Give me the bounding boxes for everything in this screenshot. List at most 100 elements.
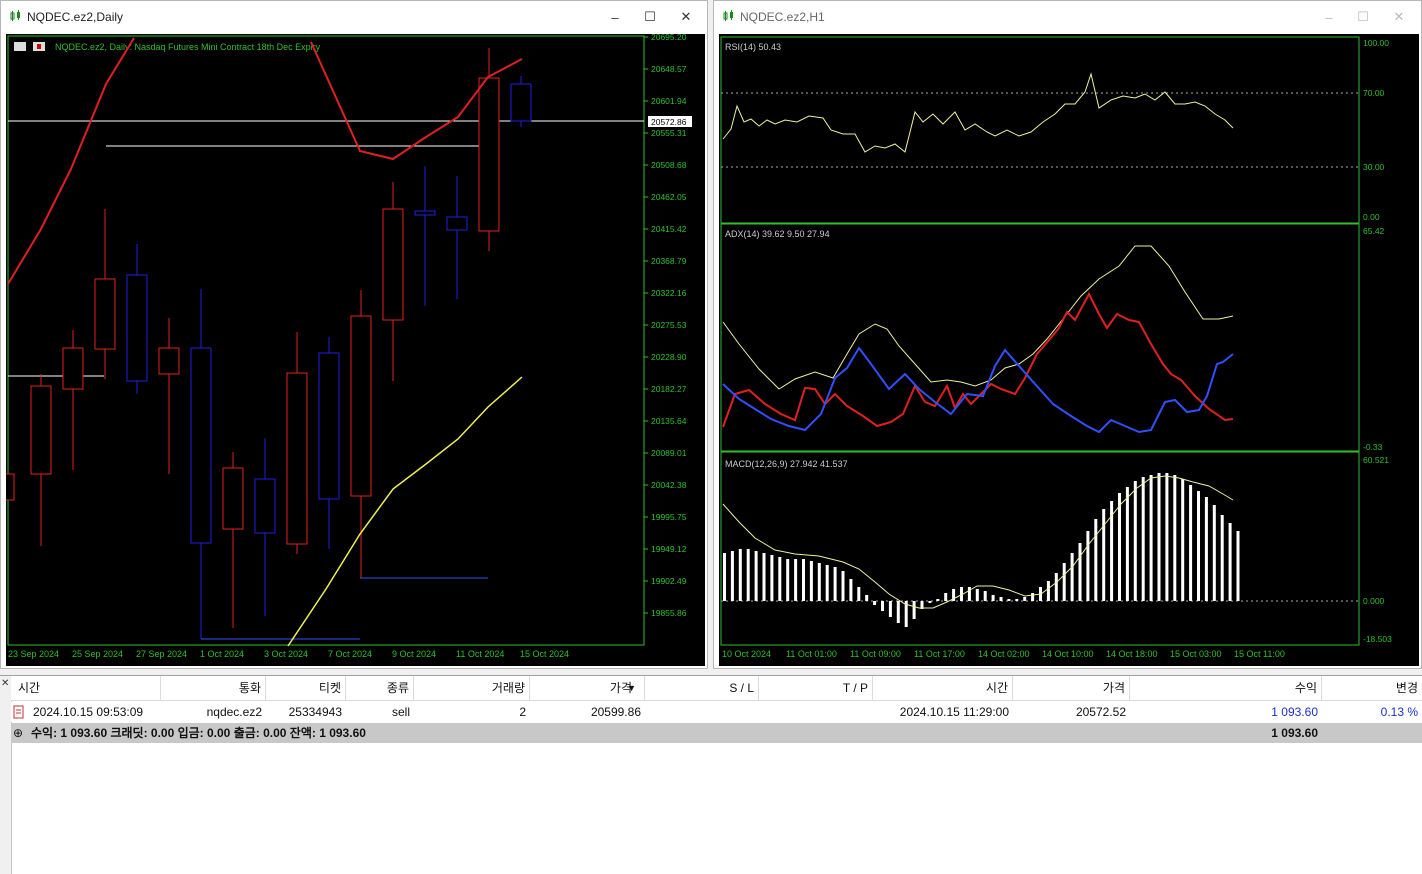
price-axis-label: 20462.05: [651, 192, 687, 202]
trade-profit: 1 093.60: [1271, 705, 1318, 719]
close-icon[interactable]: ✕: [1, 678, 9, 689]
date-axis-label: 7 Oct 2024: [328, 649, 372, 659]
col-type[interactable]: 종류: [346, 676, 414, 700]
price-axis-label: 20368.79: [651, 256, 687, 266]
macd-bar: [770, 555, 774, 601]
macd-bar: [833, 567, 837, 601]
macd-bar: [888, 601, 892, 617]
macd-bar: [928, 601, 932, 603]
col-sl[interactable]: S / L: [645, 676, 759, 700]
adx-scale: 65.42: [1363, 226, 1385, 236]
price-axis-label: 20695.20: [651, 34, 687, 42]
price-axis-label: 20228.90: [651, 352, 687, 362]
price-axis-label: 20275.53: [651, 320, 687, 330]
rsi-scale: 30.00: [1363, 162, 1385, 172]
price-axis-label: 20601.94: [651, 96, 687, 106]
col-tp[interactable]: T / P: [759, 676, 873, 700]
col-price[interactable]: 가격 ▼: [530, 676, 645, 700]
close-button[interactable]: ✕: [1388, 7, 1410, 27]
indicator-chart[interactable]: RSI(14) 50.43 100.00 70.00 30.00 0.00 AD…: [719, 34, 1419, 666]
col-time2[interactable]: 시간: [873, 676, 1013, 700]
col-price2[interactable]: 가격: [1013, 676, 1130, 700]
date-axis-label: 3 Oct 2024: [264, 649, 308, 659]
macd-bar: [1212, 505, 1216, 601]
adx-scale: -0.33: [1363, 442, 1383, 452]
macd-bar: [983, 591, 987, 601]
macd-bar: [1165, 473, 1169, 601]
macd-bar: [1054, 573, 1058, 601]
list-icon: [14, 42, 26, 51]
macd-bar: [1181, 479, 1185, 601]
macd-bar: [1062, 563, 1066, 601]
col-change[interactable]: 변경: [1322, 676, 1422, 700]
candle: [222, 452, 244, 628]
col-ticket[interactable]: 티켓: [266, 676, 346, 700]
date-axis-label: 25 Sep 2024: [72, 649, 123, 659]
expand-icon[interactable]: ⊕: [13, 723, 23, 743]
trade-change: 0.13 %: [1380, 705, 1418, 719]
macd-bar: [1094, 519, 1098, 601]
price-axis-label: 20322.16: [651, 288, 687, 298]
macd-bar: [1046, 581, 1050, 601]
macd-scale: 60.521: [1363, 455, 1389, 465]
table-row[interactable]: 2024.10.15 09:53:09 nqdec.ez2 25334943 s…: [11, 702, 1422, 722]
daily-chart-window[interactable]: NQDEC.ez2,Daily – ☐ ✕ NQDEC.ez2, Daily: …: [0, 0, 708, 669]
candlestick-chart[interactable]: NQDEC.ez2, Daily: Nasdaq Futures Mini Co…: [0, 32, 705, 666]
adx-label: ADX(14) 39.62 9.50 27.94: [725, 229, 830, 239]
price-axis-label: 19949.12: [651, 544, 687, 554]
close-button[interactable]: ✕: [675, 7, 697, 27]
macd-bar: [723, 553, 726, 601]
trade-open-price: 20599.86: [590, 705, 641, 719]
maximize-button[interactable]: ☐: [639, 7, 661, 27]
macd-bar: [802, 559, 805, 601]
trade-terminal[interactable]: ✕ 시간 통화 티켓 종류 거래량 가격 ▼ S / L T / P 시간 가격 …: [0, 675, 1422, 874]
macd-bar: [1015, 599, 1019, 601]
minimize-button[interactable]: –: [1318, 7, 1340, 27]
adx-plus-di-line: [722, 291, 1234, 428]
macd-bar: [1125, 487, 1129, 601]
macd-bar: [1157, 473, 1161, 601]
date-axis-label: 14 Oct 18:00: [1106, 649, 1158, 659]
col-profit[interactable]: 수익: [1130, 676, 1322, 700]
price-axis-label: 20182.27: [651, 384, 687, 394]
candle: [414, 166, 436, 306]
minimize-button[interactable]: –: [604, 7, 626, 27]
account-summary: 수익: 1 093.60 크래딧: 0.00 입금: 0.00 출금: 0.00…: [31, 726, 366, 740]
ma-red-line: [7, 37, 135, 285]
price-axis-label: 19902.49: [651, 576, 687, 586]
macd-bar: [825, 565, 829, 601]
macd-bar: [849, 579, 853, 601]
macd-label: MACD(12,26,9) 27.942 41.537: [725, 459, 848, 469]
candle: [350, 290, 372, 578]
macd-bar: [1189, 485, 1193, 601]
trade-table-header: 시간 통화 티켓 종류 거래량 가격 ▼ S / L T / P 시간 가격 수익…: [11, 676, 1422, 701]
h1-chart-window[interactable]: NQDEC.ez2,H1 – ☐ ✕ RSI(14) 50.43 100.00 …: [713, 0, 1422, 669]
macd-bar: [1102, 509, 1106, 601]
macd-bar: [1086, 531, 1090, 601]
macd-bar: [1197, 491, 1200, 601]
candle: [382, 182, 404, 381]
title-bar[interactable]: NQDEC.ez2,Daily – ☐ ✕: [1, 1, 707, 33]
col-time[interactable]: 시간: [11, 676, 161, 700]
trade-sl[interactable]: [645, 702, 759, 722]
maximize-button[interactable]: ☐: [1352, 7, 1374, 27]
trade-type: sell: [391, 705, 410, 719]
col-symbol[interactable]: 통화: [161, 676, 266, 700]
price-chart[interactable]: NQDEC.ez2, Daily: Nasdaq Futures Mini Co…: [0, 32, 705, 666]
price-axis-label: 19855.86: [651, 608, 687, 618]
macd-bar: [1007, 599, 1011, 601]
date-axis-label: 11 Oct 2024: [456, 649, 504, 659]
macd-bar: [762, 553, 766, 601]
macd-bar: [1228, 523, 1232, 601]
macd-bar: [912, 601, 916, 619]
macd-bar: [1023, 597, 1027, 601]
date-axis-label: 15 Oct 2024: [520, 649, 569, 659]
sort-arrow-icon: ▼: [627, 683, 636, 693]
title-bar[interactable]: NQDEC.ez2,H1 – ☐ ✕: [714, 1, 1421, 33]
trade-tp[interactable]: [759, 702, 873, 722]
col-volume[interactable]: 거래량: [414, 676, 530, 700]
price-axis-label: 20089.01: [651, 448, 687, 458]
indicator-panels[interactable]: RSI(14) 50.43 100.00 70.00 30.00 0.00 AD…: [719, 34, 1419, 666]
macd-bar: [1118, 493, 1121, 601]
date-axis-label: 10 Oct 2024: [722, 649, 771, 659]
